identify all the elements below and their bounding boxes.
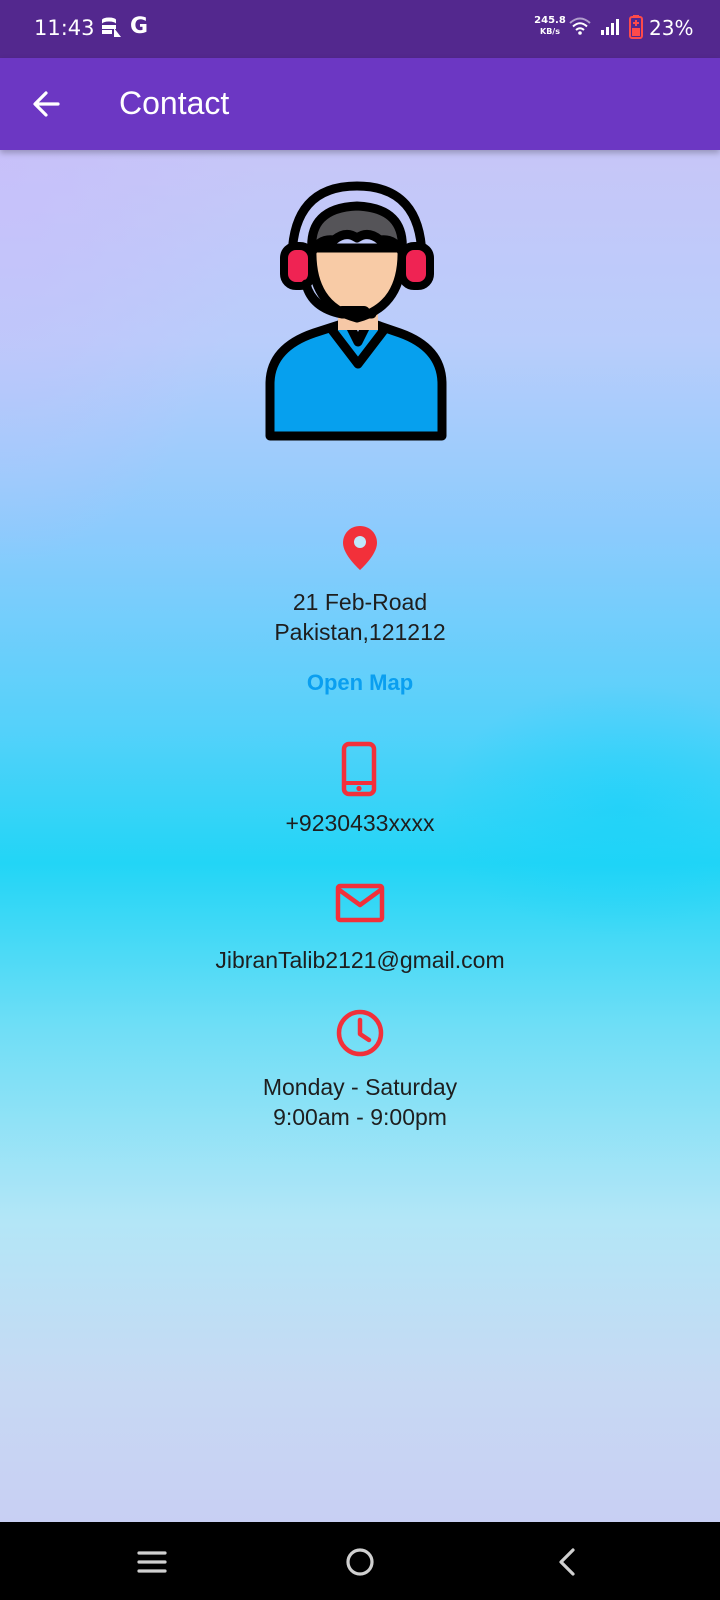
recent-apps-button[interactable] <box>132 1542 172 1582</box>
page-title: Contact <box>119 85 230 121</box>
data-saver-icon <box>100 16 122 43</box>
status-time: 11:43 <box>34 16 95 40</box>
address-line-2: Pakistan,121212 <box>274 619 446 645</box>
contact-content: 21 Feb-Road Pakistan,121212 Open Map +92… <box>0 150 720 1522</box>
network-speed-unit: KB/s <box>540 27 560 36</box>
location-pin-icon <box>343 526 377 570</box>
support-agent-icon <box>265 181 447 441</box>
system-nav-bar <box>0 1522 720 1600</box>
signal-icon <box>600 18 622 41</box>
battery-percent: 23% <box>649 16 694 40</box>
smartphone-icon <box>341 741 377 797</box>
email-address: JibranTalib2121@gmail.com <box>215 947 505 973</box>
network-speed: 245.8 KB/s <box>533 15 567 37</box>
menu-icon <box>137 1551 167 1573</box>
network-speed-value: 245.8 <box>534 15 566 26</box>
wifi-icon <box>569 16 591 41</box>
back-button[interactable] <box>22 80 70 128</box>
address-block: 21 Feb-Road Pakistan,121212 <box>60 587 660 647</box>
address-line-1: 21 Feb-Road <box>292 589 428 615</box>
battery-icon <box>629 15 643 44</box>
system-back-button[interactable] <box>548 1542 588 1582</box>
back-icon <box>559 1548 575 1576</box>
carrier-indicator: G <box>130 14 149 39</box>
phone-number: +9230433xxxx <box>285 810 435 836</box>
business-hours: Monday - Saturday 9:00am - 9:00pm <box>60 1072 660 1132</box>
open-map-link[interactable]: Open Map <box>260 670 460 696</box>
status-bar: 11:43 G 245.8 KB/s 23% <box>0 0 720 58</box>
app-bar: Contact <box>0 58 720 150</box>
mail-icon <box>335 883 385 923</box>
home-button[interactable] <box>340 1542 380 1582</box>
business-days: Monday - Saturday <box>262 1074 458 1100</box>
clock-icon <box>336 1009 384 1057</box>
arrow-back-icon <box>33 91 60 117</box>
business-time: 9:00am - 9:00pm <box>273 1104 447 1130</box>
home-icon <box>346 1548 374 1576</box>
